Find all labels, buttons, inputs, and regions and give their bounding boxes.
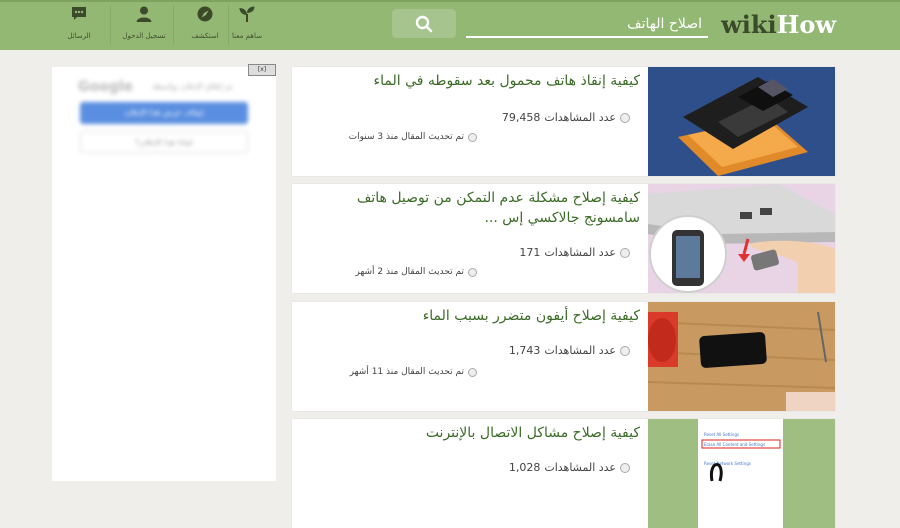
search-icon	[415, 15, 433, 32]
article-views: عدد المشاهدات 171	[519, 246, 630, 259]
ad-closed-text: تم إغلاق الإعلان بواسطة	[152, 82, 233, 91]
phone-water-image	[648, 67, 835, 176]
article-card[interactable]: كيفية إنقاذ هاتف محمول بعد سقوطه في الما…	[292, 67, 835, 176]
article-title[interactable]: كيفية إصلاح أيفون متضرر بسبب الماء	[305, 306, 640, 326]
article-updated: تم تحديث المقال منذ 3 سنوات	[349, 132, 477, 142]
updated-text: تم تحديث المقال منذ 11 أشهر	[349, 367, 464, 377]
article-title[interactable]: كيفية إصلاح مشكلة عدم التمكن من توصيل ها…	[305, 188, 640, 228]
nav-messages[interactable]: الرسائل	[49, 5, 109, 47]
article-thumbnail[interactable]	[648, 67, 835, 176]
clock-icon	[468, 267, 477, 277]
article-thumbnail[interactable]: Reset All Settings Erase All Content and…	[648, 419, 835, 528]
views-count: 1,743	[508, 344, 541, 357]
article-title[interactable]: كيفية إصلاح مشاكل الاتصال بالإنترنت	[305, 423, 640, 443]
nav-divider	[110, 5, 111, 45]
views-count: 79,458	[501, 111, 541, 124]
article-title[interactable]: كيفية إنقاذ هاتف محمول بعد سقوطه في الما…	[305, 71, 640, 91]
ad-close-button[interactable]: [x]	[248, 64, 276, 76]
ad-why-button[interactable]: لماذا هذا الإعلان؟	[80, 131, 248, 153]
updated-text: تم تحديث المقال منذ 3 سنوات	[348, 132, 464, 142]
thumb-reset-all-text: Reset All Settings	[704, 432, 739, 437]
article-views: عدد المشاهدات 1,743	[509, 344, 630, 357]
nav-login[interactable]: تسجيل الدخول	[114, 5, 174, 47]
nav-contribute[interactable]: ساهم معنا	[217, 5, 277, 47]
article-views: عدد المشاهدات 1,028	[509, 461, 630, 474]
clock-icon	[468, 132, 477, 142]
nav-messages-label: الرسائل	[67, 32, 91, 40]
header-top-border	[0, 0, 900, 2]
views-count: 171	[519, 246, 541, 259]
iphone-wood-image	[648, 302, 835, 411]
views-icon	[620, 345, 630, 356]
logo-wiki-text: wiki	[721, 10, 777, 39]
logo-how-text: How	[776, 10, 836, 39]
article-thumbnail[interactable]	[648, 302, 835, 411]
ad-stop-button[interactable]: إيقاف عرض هذا الإعلان	[80, 102, 248, 124]
search-button[interactable]	[392, 9, 456, 38]
top-header: الرسائل تسجيل الدخول استكشف ساهم معنا wi…	[0, 0, 900, 50]
views-icon	[620, 462, 630, 473]
sidebar-ad: [x] Google تم إغلاق الإعلان بواسطة إيقاف…	[52, 64, 276, 481]
user-icon	[136, 6, 152, 22]
article-card[interactable]: كيفية إصلاح أيفون متضرر بسبب الماء عدد ا…	[292, 302, 835, 411]
views-label: عدد المشاهدات	[544, 344, 616, 357]
clock-icon	[468, 367, 477, 377]
sprout-icon	[239, 6, 255, 22]
nav-divider	[173, 5, 174, 45]
ad-google-logo: Google	[78, 79, 134, 95]
wikihow-logo[interactable]: wikiHow	[721, 10, 836, 40]
article-views: عدد المشاهدات 79,458	[502, 111, 630, 124]
views-label: عدد المشاهدات	[544, 461, 616, 474]
views-icon	[620, 247, 630, 258]
article-card[interactable]: Reset All Settings Erase All Content and…	[292, 419, 835, 528]
article-card[interactable]: كيفية إصلاح مشكلة عدم التمكن من توصيل ها…	[292, 184, 835, 293]
nav-contribute-label: ساهم معنا	[232, 32, 262, 40]
updated-text: تم تحديث المقال منذ 2 أشهر	[355, 267, 464, 277]
thumb-reset-network-text: Reset Network Settings	[704, 461, 751, 466]
views-count: 1,028	[508, 461, 541, 474]
settings-screen-image: Reset All Settings Erase All Content and…	[648, 419, 835, 528]
nav-login-label: تسجيل الدخول	[122, 32, 166, 40]
search-input[interactable]	[466, 12, 708, 38]
compass-icon	[197, 6, 213, 22]
usb-connect-image	[648, 184, 835, 293]
thumb-erase-all-text: Erase All Content and Settings	[704, 442, 765, 447]
chat-icon	[72, 7, 86, 20]
views-icon	[620, 112, 630, 123]
views-label: عدد المشاهدات	[544, 246, 616, 259]
article-updated: تم تحديث المقال منذ 11 أشهر	[350, 367, 477, 377]
article-thumbnail[interactable]	[648, 184, 835, 293]
views-label: عدد المشاهدات	[544, 111, 616, 124]
article-updated: تم تحديث المقال منذ 2 أشهر	[355, 267, 477, 277]
